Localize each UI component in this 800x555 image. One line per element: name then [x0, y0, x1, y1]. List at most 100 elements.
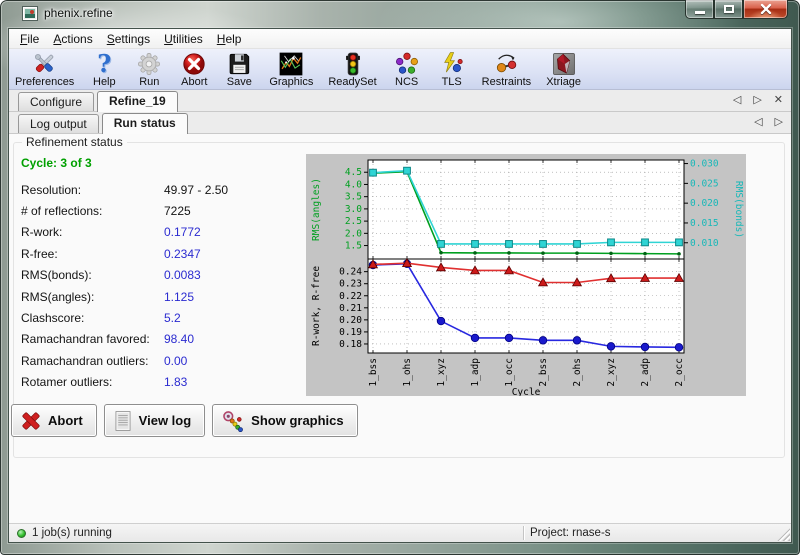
tab-run-status[interactable]: Run status	[102, 113, 188, 134]
svg-text:2.5: 2.5	[345, 216, 362, 227]
svg-text:0.025: 0.025	[690, 178, 719, 189]
abort-button-label: Abort	[48, 413, 83, 428]
svg-text:2_xyz: 2_xyz	[606, 358, 617, 387]
job-running-led-icon	[17, 529, 26, 538]
xtriage-crystal-icon	[550, 50, 578, 77]
refinement-progress-chart: 1.52.02.53.03.54.04.50.0100.0150.0200.02…	[306, 154, 746, 396]
svg-text:0.20: 0.20	[339, 315, 362, 326]
toolbar-label: NCS	[395, 77, 418, 88]
maximize-icon	[724, 5, 734, 13]
abort-button[interactable]: Abort	[11, 404, 97, 437]
status-row: RMS(bonds):0.0083	[21, 265, 305, 286]
close-button[interactable]	[743, 0, 788, 19]
tab-scroll-right-icon[interactable]: ▷	[753, 94, 761, 107]
toolbar-abort-button[interactable]: Abort	[179, 50, 209, 88]
subtab-scroll-right-icon[interactable]: ▷	[775, 116, 783, 129]
app-icon	[22, 6, 38, 21]
client-area: File Actions Settings Utilities Help Pre…	[8, 28, 792, 543]
toolbar-preferences-button[interactable]: Preferences	[15, 50, 74, 88]
save-floppy-icon	[225, 50, 253, 77]
toolbar-graphics-button[interactable]: Graphics	[269, 50, 313, 88]
toolbar-xtriage-button[interactable]: Xtriage	[546, 50, 581, 88]
status-row-value: 1.83	[164, 375, 187, 389]
svg-text:2.0: 2.0	[345, 228, 362, 239]
main-tab-bar: Configure Refine_19 ◁ ▷ ✕	[9, 90, 791, 112]
status-row-label: Ramachandran outliers:	[21, 354, 164, 368]
tab-log-output[interactable]: Log output	[18, 114, 99, 133]
subtab-scroll-left-icon[interactable]: ◁	[754, 116, 762, 129]
toolbar-label: Preferences	[15, 77, 74, 88]
toolbar-label: Abort	[181, 77, 207, 88]
toolbar-save-button[interactable]: Save	[224, 50, 254, 88]
svg-text:0.015: 0.015	[690, 218, 719, 229]
toolbar-tls-button[interactable]: TLS	[437, 50, 467, 88]
tab-scroll-left-icon[interactable]: ◁	[733, 94, 741, 107]
svg-text:3.5: 3.5	[345, 192, 362, 203]
project-name-text: Project: rnase-s	[530, 527, 611, 539]
resize-grip[interactable]	[777, 528, 790, 541]
minimize-icon	[695, 11, 705, 14]
status-row-value: 0.00	[164, 354, 187, 368]
status-column: Cycle: 3 of 3 Resolution:49.97 - 2.50 # …	[21, 156, 305, 393]
maximize-button[interactable]	[714, 0, 743, 19]
svg-text:2_ohs: 2_ohs	[572, 358, 583, 387]
menu-utilities[interactable]: Utilities	[157, 30, 210, 48]
readyset-traffic-light-icon	[339, 50, 367, 77]
toolbar-help-button[interactable]: ? Help	[89, 50, 119, 88]
status-row: Resolution:49.97 - 2.50	[21, 179, 305, 200]
svg-text:0.24: 0.24	[339, 267, 362, 278]
svg-text:1_adp: 1_adp	[470, 358, 481, 387]
svg-text:2_occ: 2_occ	[674, 358, 685, 387]
toolbar: Preferences ? Help	[9, 49, 791, 90]
status-bar: 1 job(s) running Project: rnase-s	[9, 523, 791, 542]
status-row-label: RMS(bonds):	[21, 268, 164, 282]
svg-text:4.0: 4.0	[345, 179, 362, 190]
svg-text:1_xyz: 1_xyz	[436, 358, 447, 387]
svg-text:2_bss: 2_bss	[538, 358, 549, 387]
run-gear-icon	[135, 50, 163, 77]
toolbar-restraints-button[interactable]: Restraints	[482, 50, 532, 88]
show-graphics-button[interactable]: Show graphics	[212, 404, 357, 437]
svg-text:RMS(bonds): RMS(bonds)	[733, 181, 744, 238]
status-row-label: Rotamer outliers:	[21, 375, 164, 389]
view-log-button[interactable]: View log	[104, 404, 206, 437]
abort-cross-icon	[180, 50, 208, 77]
tab-configure[interactable]: Configure	[18, 92, 94, 111]
status-row: R-free:0.2347	[21, 243, 305, 264]
titlebar[interactable]: phenix.refine	[0, 0, 800, 28]
svg-text:RMS(angles): RMS(angles)	[311, 178, 322, 241]
svg-text:R-work, R-free: R-work, R-free	[311, 266, 322, 346]
view-log-button-label: View log	[139, 413, 192, 428]
toolbar-label: Save	[227, 77, 252, 88]
status-row: # of reflections:7225	[21, 200, 305, 221]
status-row-value: 5.2	[164, 311, 181, 325]
status-row-value: 1.125	[164, 290, 194, 304]
status-row: Ramachandran favored:98.40	[21, 329, 305, 350]
jobs-running-text: 1 job(s) running	[32, 527, 112, 539]
sub-tab-bar: Log output Run status ◁ ▷	[9, 112, 791, 134]
status-row-label: Ramachandran favored:	[21, 332, 164, 346]
svg-text:0.18: 0.18	[339, 339, 362, 350]
svg-text:1_ohs: 1_ohs	[402, 358, 413, 387]
status-row-label: RMS(angles):	[21, 290, 164, 304]
svg-text:0.23: 0.23	[339, 279, 362, 290]
toolbar-readyset-button[interactable]: ReadySet	[328, 50, 376, 88]
tab-refine-19[interactable]: Refine_19	[97, 91, 178, 112]
cycle-indicator: Cycle: 3 of 3	[21, 156, 305, 170]
menu-file[interactable]: File	[13, 30, 46, 48]
svg-text:2_adp: 2_adp	[640, 358, 651, 387]
svg-text:4.5: 4.5	[345, 167, 362, 178]
show-graphics-button-label: Show graphics	[251, 413, 343, 428]
menu-actions[interactable]: Actions	[46, 30, 99, 48]
status-row-label: # of reflections:	[21, 204, 164, 218]
menu-help[interactable]: Help	[210, 30, 249, 48]
status-row-label: Resolution:	[21, 183, 164, 197]
toolbar-ncs-button[interactable]: NCS	[392, 50, 422, 88]
status-row-value: 0.2347	[164, 247, 201, 261]
menu-settings[interactable]: Settings	[100, 30, 157, 48]
preferences-tools-icon	[31, 50, 59, 77]
help-question-icon: ?	[90, 50, 118, 77]
tab-close-icon[interactable]: ✕	[774, 94, 783, 107]
toolbar-run-button[interactable]: Run	[134, 50, 164, 88]
minimize-button[interactable]	[685, 0, 714, 19]
